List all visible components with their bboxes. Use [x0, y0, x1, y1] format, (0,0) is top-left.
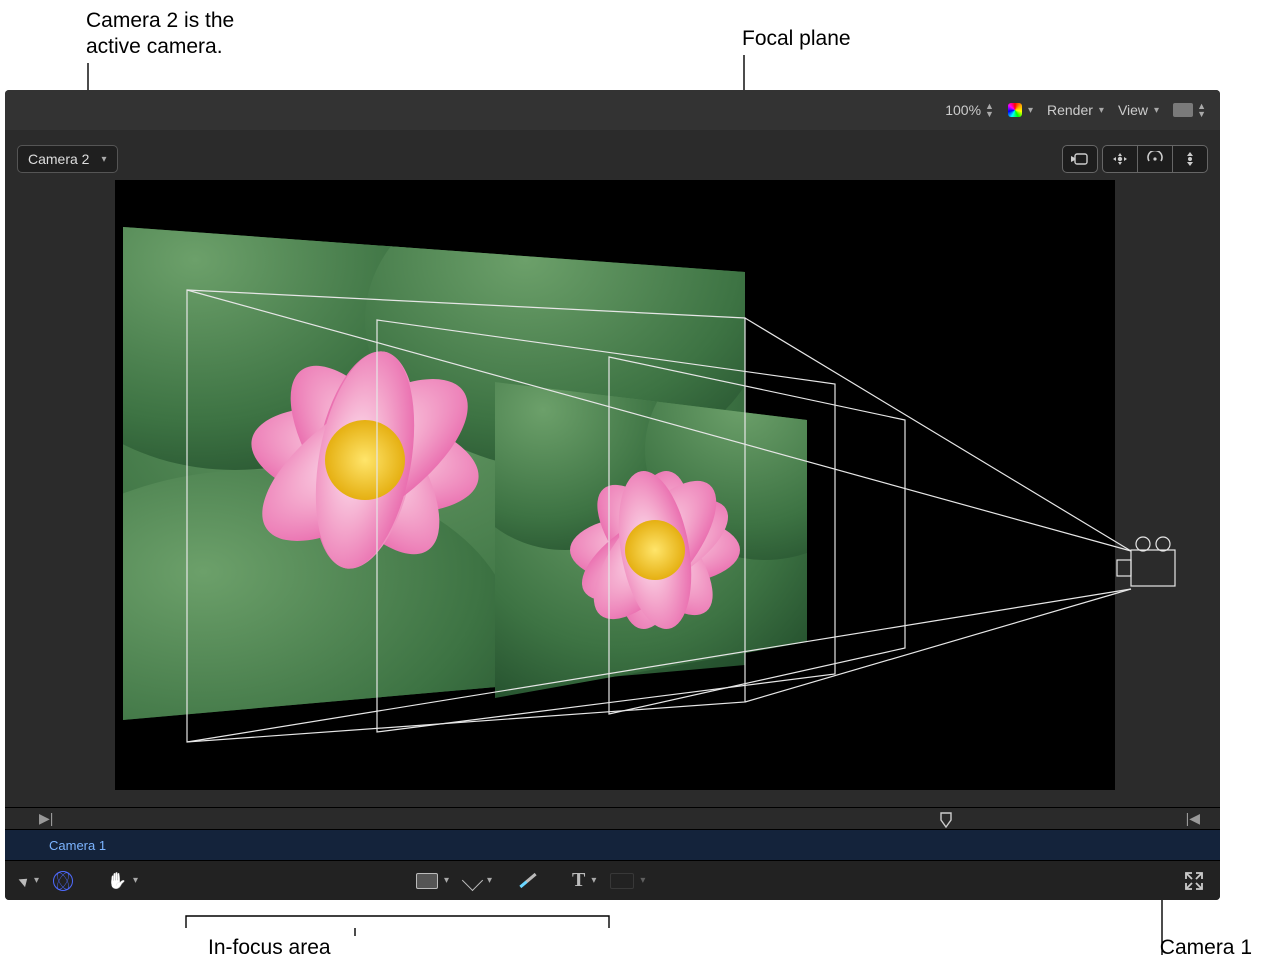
shape-tool[interactable]: ▾	[416, 873, 449, 889]
mini-timeline-ruler[interactable]: ▶| |◀	[5, 807, 1220, 830]
playhead-icon[interactable]	[940, 812, 950, 826]
text-tool[interactable]: T ▾	[572, 869, 596, 892]
text-icon: T	[572, 869, 585, 892]
callout-focal-plane: Focal plane	[742, 26, 851, 52]
paint-stroke-icon	[519, 873, 536, 888]
zoom-level-control[interactable]: 100% ▲▼	[945, 102, 994, 118]
view-menu[interactable]: View ▾	[1118, 102, 1159, 118]
hand-icon: ✋	[107, 871, 127, 891]
render-menu[interactable]: Render ▾	[1047, 102, 1104, 118]
arrow-cursor-icon	[19, 874, 31, 886]
pan-view-button[interactable]	[1102, 145, 1137, 173]
stroke-tool[interactable]	[518, 879, 538, 882]
pan-tool[interactable]: ✋ ▾	[107, 871, 138, 891]
chevron-down-icon: ▾	[444, 875, 449, 886]
chevron-down-icon: ▾	[1154, 105, 1159, 116]
callout-in-focus-area: In-focus area	[208, 935, 331, 961]
3d-transform-icon	[53, 871, 73, 891]
canvas-top-toolbar: 100% ▲▼ ▾ Render ▾ View ▾ ▲▼	[5, 90, 1220, 130]
fullscreen-button[interactable]	[1184, 871, 1204, 891]
stepper-icon: ▲▼	[1197, 102, 1206, 118]
chevron-down-icon: ▾	[640, 875, 645, 886]
gray-swatch-icon	[1173, 103, 1193, 117]
background-swatch-control[interactable]: ▲▼	[1173, 102, 1206, 118]
callout-active-camera: Camera 2 is the active camera.	[86, 8, 234, 61]
active-camera-label: Camera 2	[28, 151, 89, 167]
dolly-icon	[1183, 151, 1197, 167]
chevron-down-icon: ▾	[133, 875, 138, 886]
timeline-clip-name: Camera 1	[49, 838, 106, 853]
expand-icon	[1184, 871, 1204, 891]
canvas-tool-row: ▾ ✋ ▾ ▾ ▾ T ▾ ▾	[5, 860, 1220, 900]
chevron-down-icon: ▾	[101, 154, 106, 165]
rectangle-icon	[416, 873, 438, 889]
viewer-canvas[interactable]	[115, 180, 1115, 790]
chevron-down-icon: ▾	[34, 875, 39, 886]
chevron-down-icon: ▾	[487, 875, 492, 886]
select-tool[interactable]: ▾	[21, 875, 39, 886]
camera-icon	[1069, 152, 1091, 166]
mask-tool[interactable]: ▾	[610, 873, 645, 889]
chevron-down-icon: ▾	[1028, 105, 1033, 116]
camera-view-button[interactable]	[1062, 145, 1098, 173]
orbit-icon	[1146, 151, 1164, 167]
app-window: 100% ▲▼ ▾ Render ▾ View ▾ ▲▼ Camera 2 ▾	[5, 90, 1220, 900]
timeline-end-marker: |◀	[1186, 810, 1200, 827]
color-channel-menu[interactable]: ▾	[1008, 103, 1033, 117]
mask-icon	[610, 873, 634, 889]
view-menu-label: View	[1118, 102, 1148, 118]
active-camera-menu[interactable]: Camera 2 ▾	[17, 145, 118, 173]
callout-camera1: Camera 1	[1160, 935, 1252, 961]
chevron-down-icon: ▾	[1099, 105, 1104, 116]
view-nav-cluster	[1062, 145, 1208, 173]
3d-transform-tool[interactable]	[53, 871, 73, 891]
timeline-track[interactable]: Camera 1	[5, 829, 1220, 860]
zoom-level-label: 100%	[945, 102, 981, 118]
chevron-down-icon: ▾	[591, 875, 596, 886]
color-swatch-icon	[1008, 103, 1022, 117]
pen-icon	[463, 872, 481, 890]
stepper-icon: ▲▼	[985, 102, 994, 118]
dolly-view-button[interactable]	[1172, 145, 1208, 173]
pan-icon	[1110, 151, 1130, 167]
render-menu-label: Render	[1047, 102, 1093, 118]
orbit-view-button[interactable]	[1137, 145, 1172, 173]
pen-tool[interactable]: ▾	[463, 872, 492, 890]
timeline-start-marker: ▶|	[39, 810, 53, 827]
